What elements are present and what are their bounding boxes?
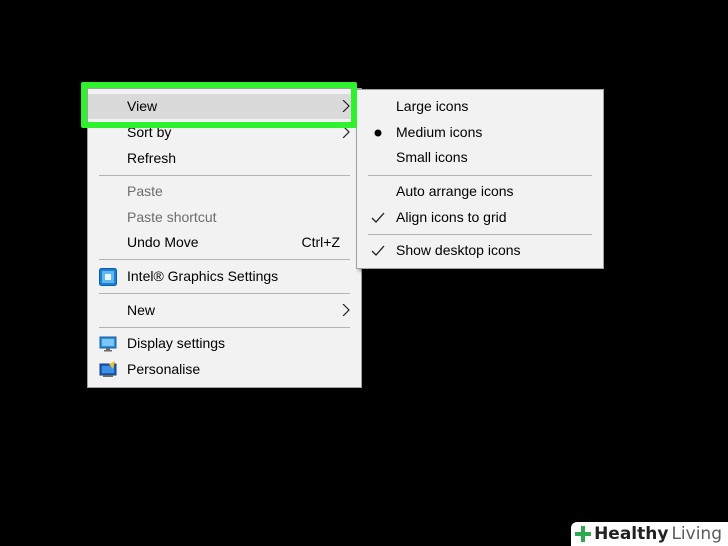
menu-item-label: Undo Move	[127, 234, 199, 250]
menu-item-label: Refresh	[127, 150, 177, 166]
menu-item-display-settings[interactable]: Display settings	[88, 331, 361, 356]
view-highlight-box	[81, 82, 357, 128]
desktop-context-menu: View Sort by Refresh Paste Paste shortcu…	[87, 88, 362, 388]
menu-item-label: Small icons	[396, 149, 468, 165]
personalise-icon	[99, 361, 117, 377]
menu-item-show-desktop-icons[interactable]: Show desktop icons	[357, 238, 603, 263]
menu-item-label: Paste	[127, 183, 163, 199]
menu-separator	[99, 327, 350, 328]
menu-item-label: New	[127, 302, 156, 318]
watermark-brand-light: Living	[671, 524, 722, 544]
menu-item-label: Align icons to grid	[396, 209, 507, 225]
menu-separator	[99, 259, 350, 260]
menu-item-label: Intel® Graphics Settings	[127, 268, 279, 284]
menu-item-medium-icons[interactable]: Medium icons	[357, 120, 603, 145]
menu-item-paste-shortcut[interactable]: Paste shortcut	[88, 205, 361, 230]
chevron-right-icon	[342, 304, 350, 316]
menu-item-label: Paste shortcut	[127, 209, 217, 225]
plus-logo-icon	[575, 526, 592, 542]
menu-separator	[368, 175, 592, 176]
menu-item-new[interactable]: New	[88, 298, 361, 323]
menu-item-label: Personalise	[127, 361, 201, 377]
menu-item-shortcut: Ctrl+Z	[301, 234, 341, 250]
menu-separator	[368, 234, 592, 235]
menu-item-large-icons[interactable]: Large icons	[357, 94, 603, 119]
menu-item-align-to-grid[interactable]: Align icons to grid	[357, 205, 603, 230]
intel-graphics-icon	[99, 268, 117, 286]
menu-item-personalise[interactable]: Personalise	[88, 357, 361, 382]
menu-item-auto-arrange[interactable]: Auto arrange icons	[357, 179, 603, 204]
watermark-brand-bold: Healthy	[594, 524, 669, 544]
menu-item-label: Large icons	[396, 98, 469, 114]
menu-separator	[99, 175, 350, 176]
radio-bullet-icon	[374, 129, 382, 137]
menu-item-small-icons[interactable]: Small icons	[357, 145, 603, 170]
menu-item-refresh[interactable]: Refresh	[88, 146, 361, 171]
watermark: Healthy Living	[571, 522, 728, 546]
menu-item-intel-graphics[interactable]: Intel® Graphics Settings	[88, 264, 361, 289]
menu-item-label: Show desktop icons	[396, 242, 521, 258]
menu-item-undo-move[interactable]: Undo Move Ctrl+Z	[88, 230, 361, 255]
checkmark-icon	[371, 245, 385, 256]
view-submenu: Large icons Medium icons Small icons Aut…	[356, 89, 604, 269]
menu-item-label: Auto arrange icons	[396, 183, 514, 199]
menu-item-label: Display settings	[127, 335, 226, 351]
menu-item-label: Medium icons	[396, 124, 483, 140]
menu-separator	[99, 293, 350, 294]
checkmark-icon	[371, 212, 385, 223]
display-icon	[99, 336, 117, 352]
menu-item-paste[interactable]: Paste	[88, 179, 361, 204]
